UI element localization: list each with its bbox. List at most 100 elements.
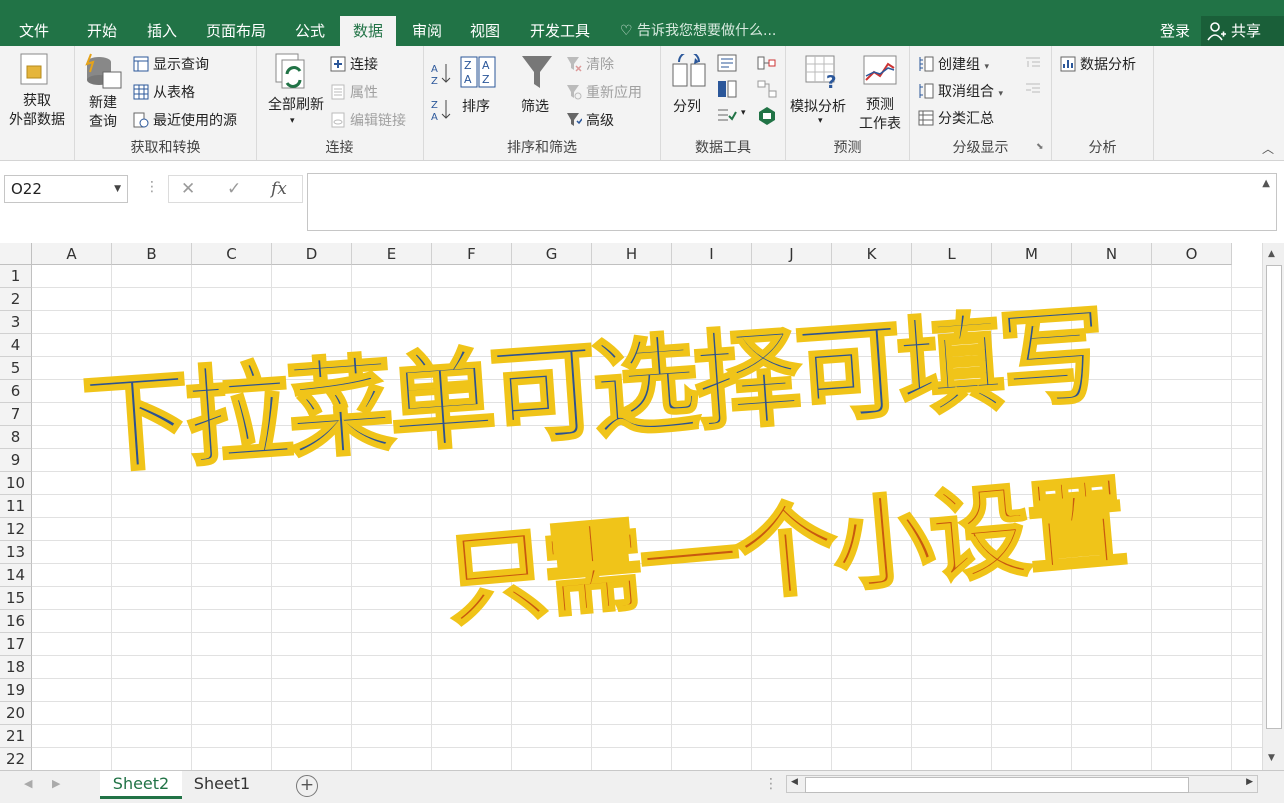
tab-split-grip-icon[interactable]: ⋮ (764, 776, 778, 792)
row-header[interactable]: 3 (0, 311, 32, 334)
tab-5[interactable]: 数据 (340, 16, 396, 46)
row-header[interactable]: 12 (0, 518, 32, 541)
row-header[interactable]: 22 (0, 748, 32, 770)
select-all-corner[interactable] (0, 243, 32, 265)
row-header[interactable]: 10 (0, 472, 32, 495)
horizontal-scrollbar[interactable]: ◀ ▶ (786, 775, 1258, 793)
formula-bar-grip-icon[interactable]: ⋮ (145, 179, 159, 195)
row-header[interactable]: 9 (0, 449, 32, 472)
sheet-tab-0[interactable]: Sheet2 (100, 771, 182, 799)
scroll-down-icon[interactable]: ▼ (1268, 753, 1275, 763)
filter-button[interactable]: 筛选 (521, 96, 549, 116)
column-header[interactable]: G (512, 243, 592, 265)
tell-me-box[interactable]: ♡ 告诉我您想要做什么... (620, 16, 776, 46)
tab-0[interactable]: 文件 (10, 16, 58, 46)
tab-1[interactable]: 开始 (74, 16, 130, 46)
scroll-up-icon[interactable]: ▲ (1268, 249, 1275, 259)
row-header[interactable]: 7 (0, 403, 32, 426)
ungroup-button[interactable]: 取消组合 ▾ (918, 81, 1003, 101)
next-sheet-icon[interactable]: ▶ (52, 777, 60, 790)
row-header[interactable]: 18 (0, 656, 32, 679)
tab-3[interactable]: 页面布局 (198, 16, 274, 46)
tab-6[interactable]: 审阅 (400, 16, 454, 46)
clear-filter-icon (567, 57, 582, 72)
column-header[interactable]: M (992, 243, 1072, 265)
column-header[interactable]: E (352, 243, 432, 265)
column-header[interactable]: O (1152, 243, 1232, 265)
subtotal-button[interactable]: 分类汇总 (918, 108, 994, 128)
recent-sources-button[interactable]: 最近使用的源 (133, 110, 237, 130)
show-query-button[interactable]: 显示查询 (133, 54, 209, 74)
share-button[interactable]: 共享 (1201, 16, 1284, 46)
get-external-data-button[interactable]: 获取 外部数据 (0, 92, 74, 130)
row-header[interactable]: 2 (0, 288, 32, 311)
column-header[interactable]: K (832, 243, 912, 265)
row-header[interactable]: 1 (0, 265, 32, 288)
row-header[interactable]: 15 (0, 587, 32, 610)
from-table-button[interactable]: 从表格 (133, 82, 195, 102)
advanced-filter-button[interactable]: 高级 (566, 110, 614, 130)
row-header[interactable]: 6 (0, 380, 32, 403)
row-header[interactable]: 19 (0, 679, 32, 702)
row-header[interactable]: 20 (0, 702, 32, 725)
column-header[interactable]: D (272, 243, 352, 265)
cancel-icon[interactable]: ✕ (181, 179, 195, 199)
sort-button[interactable]: 排序 (462, 96, 490, 116)
row-header[interactable]: 4 (0, 334, 32, 357)
connections-button[interactable]: 连接 (330, 54, 378, 74)
row-header[interactable]: 14 (0, 564, 32, 587)
collapse-ribbon-icon[interactable]: ︿ (1262, 140, 1274, 157)
prev-sheet-icon[interactable]: ◀ (24, 777, 32, 790)
chevron-down-icon[interactable]: ▼ (114, 176, 121, 202)
login-link[interactable]: 登录 (1160, 16, 1190, 46)
tab-8[interactable]: 开发工具 (518, 16, 602, 46)
table-icon (133, 84, 149, 100)
collapse-formula-bar-icon[interactable]: ▲ (1262, 178, 1270, 189)
name-box[interactable]: O22 ▼ (4, 175, 128, 203)
tab-7[interactable]: 视图 (458, 16, 512, 46)
vertical-scroll-thumb[interactable] (1266, 265, 1282, 729)
group-button[interactable]: 创建组 ▾ (918, 54, 989, 74)
column-header[interactable]: F (432, 243, 512, 265)
data-validation-dropdown[interactable]: ▾ (741, 108, 746, 118)
add-sheet-button[interactable]: + (296, 775, 318, 797)
forecast-sheet-button[interactable]: 预测 工作表 (856, 96, 904, 134)
what-if-dropdown[interactable]: ▾ (818, 116, 823, 126)
column-header[interactable]: H (592, 243, 672, 265)
column-header[interactable]: C (192, 243, 272, 265)
refresh-dropdown-arrow[interactable]: ▾ (290, 116, 295, 126)
scroll-left-icon[interactable]: ◀ (791, 777, 798, 787)
sheet-tab-1[interactable]: Sheet1 (184, 771, 260, 799)
tab-2[interactable]: 插入 (136, 16, 188, 46)
horizontal-scroll-thumb[interactable] (805, 777, 1189, 793)
properties-button[interactable]: 属性 (330, 82, 378, 102)
reapply-button[interactable]: 重新应用 (566, 82, 642, 102)
tab-4[interactable]: 公式 (286, 16, 334, 46)
what-if-analysis-button[interactable]: 模拟分析 (790, 96, 846, 116)
insert-function-icon[interactable]: fx (271, 179, 287, 199)
data-analysis-button[interactable]: 数据分析 (1060, 54, 1136, 74)
column-header[interactable]: L (912, 243, 992, 265)
edit-links-button[interactable]: 编辑链接 (330, 110, 406, 130)
clear-filter-button[interactable]: 清除 (566, 54, 614, 74)
row-header[interactable]: 8 (0, 426, 32, 449)
enter-check-icon[interactable]: ✓ (227, 179, 241, 199)
row-header[interactable]: 11 (0, 495, 32, 518)
column-header[interactable]: J (752, 243, 832, 265)
ungroup-icon (919, 83, 934, 99)
column-header[interactable]: A (32, 243, 112, 265)
refresh-all-button[interactable]: 全部刷新 (260, 94, 332, 114)
column-header[interactable]: B (112, 243, 192, 265)
vertical-scrollbar[interactable]: ▲ ▼ (1262, 243, 1284, 770)
row-header[interactable]: 16 (0, 610, 32, 633)
text-to-columns-button[interactable]: 分列 (673, 96, 701, 116)
formula-input[interactable]: ▲ (307, 173, 1277, 231)
column-header[interactable]: N (1072, 243, 1152, 265)
column-header[interactable]: I (672, 243, 752, 265)
scroll-right-icon[interactable]: ▶ (1246, 777, 1253, 787)
row-header[interactable]: 5 (0, 357, 32, 380)
row-header[interactable]: 21 (0, 725, 32, 748)
row-header[interactable]: 17 (0, 633, 32, 656)
row-header[interactable]: 13 (0, 541, 32, 564)
new-query-button[interactable]: 新建 查询 (79, 94, 127, 132)
